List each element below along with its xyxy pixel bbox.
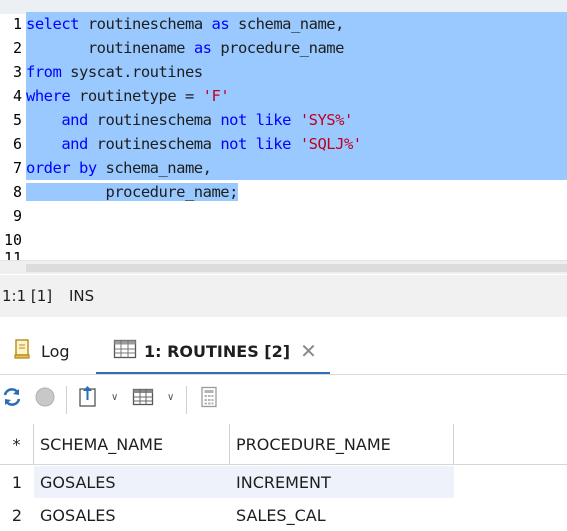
sql-string-literal: 'SQLJ%' <box>299 135 362 153</box>
cursor-position: 1:1 [1] <box>2 287 53 305</box>
line-number: 10 <box>3 231 22 249</box>
code-line[interactable]: routinename as procedure_name <box>26 36 567 60</box>
export-icon <box>77 385 99 413</box>
code-line[interactable]: and routineschema not like 'SQLJ%' <box>26 132 567 156</box>
table-row[interactable]: 1 GOSALES INCREMENT <box>0 466 567 498</box>
refresh-icon <box>1 386 23 412</box>
sql-text: schema_name, <box>229 15 344 33</box>
sql-text: routinename <box>26 39 194 57</box>
column-header-procedure-name[interactable]: PROCEDURE_NAME <box>230 424 454 464</box>
sql-text: routinetype = <box>70 87 203 105</box>
line-number: 2 <box>12 39 22 57</box>
grid-corner[interactable]: * <box>0 424 34 464</box>
sql-keyword: as <box>211 15 230 33</box>
sql-editor[interactable]: 1 2 3 4 5 6 7 8 9 10 11 select routineschema as sc… <box>0 0 567 260</box>
tab-log-label: Log <box>41 341 70 361</box>
sql-string-literal: 'F' <box>202 87 230 105</box>
export-button[interactable] <box>76 386 100 412</box>
close-icon[interactable]: ✕ <box>300 339 317 363</box>
tab-divider <box>0 374 567 375</box>
cell-schema-name[interactable]: GOSALES <box>34 466 230 498</box>
line-number: 8 <box>12 183 22 201</box>
sql-keyword: and <box>61 135 88 153</box>
log-icon <box>12 338 34 364</box>
row-number[interactable]: 1 <box>0 466 34 498</box>
toolbar-separator <box>66 386 67 414</box>
grid-header-row: * SCHEMA_NAME PROCEDURE_NAME <box>0 424 567 465</box>
sql-keyword: from <box>26 63 62 81</box>
code-area[interactable]: select routineschema as schema_name, rou… <box>26 12 567 252</box>
sql-text: routineschema <box>79 15 212 33</box>
line-number: 3 <box>12 63 22 81</box>
insert-mode-indicator: INS <box>69 287 95 305</box>
sql-text: procedure_name; <box>26 183 238 201</box>
editor-horizontal-scrollbar[interactable] <box>0 260 567 274</box>
sql-text: schema_name, <box>96 159 212 177</box>
chevron-down-icon[interactable]: ∨ <box>167 392 174 403</box>
chevron-down-icon[interactable]: ∨ <box>111 392 118 403</box>
results-tab-bar: Log 1: ROUTINES [2] ✕ <box>0 317 567 375</box>
code-line[interactable]: from syscat.routines <box>26 60 567 84</box>
line-number: 5 <box>12 111 22 129</box>
code-line[interactable] <box>26 228 567 252</box>
cell-procedure-name[interactable]: SALES_CAL <box>230 499 454 531</box>
sql-text: procedure_name <box>211 39 344 57</box>
table-row[interactable]: 2 GOSALES SALES_CAL <box>0 499 567 531</box>
row-number[interactable]: 2 <box>0 499 34 531</box>
stop-icon <box>34 386 56 412</box>
line-number: 4 <box>12 87 22 105</box>
code-line[interactable]: order by schema_name, <box>26 156 567 180</box>
tab-routines[interactable]: 1: ROUTINES [2] ✕ <box>113 331 317 371</box>
column-header-schema-name[interactable]: SCHEMA_NAME <box>34 424 230 464</box>
calculator-icon <box>200 386 218 412</box>
cell-procedure-name[interactable]: INCREMENT <box>230 466 454 498</box>
cell-schema-name[interactable]: GOSALES <box>34 499 230 531</box>
line-number-gutter: 1 2 3 4 5 6 7 8 9 10 11 <box>0 12 26 260</box>
sql-string-literal: 'SYS%' <box>299 111 354 129</box>
sql-keyword: not like <box>220 135 291 153</box>
refresh-button[interactable] <box>0 386 24 412</box>
line-number: 11 <box>0 252 26 260</box>
scrollbar-thumb[interactable] <box>26 264 567 272</box>
toolbar-separator <box>186 386 187 414</box>
sql-keyword: select <box>26 15 80 33</box>
sql-keyword: as <box>193 39 212 57</box>
sql-keyword: not like <box>220 111 291 129</box>
grid-icon <box>113 338 137 364</box>
sql-text: routineschema <box>87 111 221 129</box>
sql-keyword: and <box>61 111 88 129</box>
sql-text: syscat.routines <box>61 63 203 81</box>
result-grid[interactable]: * SCHEMA_NAME PROCEDURE_NAME 1 GOSALES I… <box>0 424 567 531</box>
line-number: 9 <box>12 207 22 225</box>
results-toolbar: ∨ ∨ <box>0 376 567 424</box>
editor-status-bar: 1:1 [1] INS <box>0 275 567 317</box>
code-line[interactable]: procedure_name; <box>26 180 567 204</box>
line-number: 6 <box>12 135 22 153</box>
selection-highlight: procedure_name; <box>26 183 238 201</box>
code-line[interactable]: where routinetype = 'F' <box>26 84 567 108</box>
stop-button[interactable] <box>33 386 57 412</box>
tab-log[interactable]: Log <box>12 331 70 371</box>
line-number: 1 <box>12 15 22 33</box>
code-line[interactable] <box>26 204 567 228</box>
line-number: 7 <box>12 159 22 177</box>
code-line[interactable]: select routineschema as schema_name, <box>26 12 567 36</box>
grid-view-button[interactable] <box>131 386 155 412</box>
code-line[interactable]: and routineschema not like 'SYS%' <box>26 108 567 132</box>
tab-routines-label: 1: ROUTINES [2] <box>144 341 291 361</box>
sql-keyword: where <box>26 87 71 105</box>
sql-text: routineschema <box>87 135 221 153</box>
calculator-button[interactable] <box>197 386 221 412</box>
table-icon <box>132 387 154 411</box>
sql-keyword: order by <box>26 159 97 177</box>
